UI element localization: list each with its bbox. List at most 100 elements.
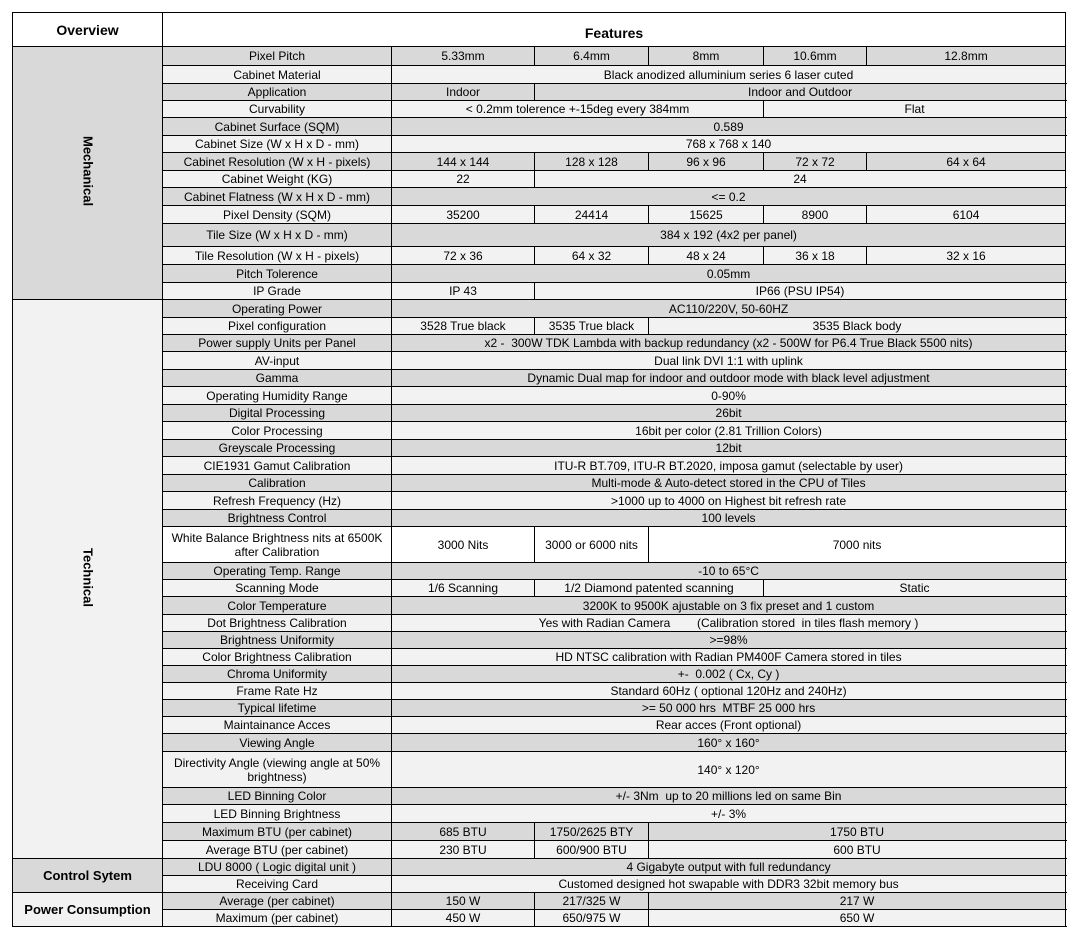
row-label: LDU 8000 ( Logic digital unit ) [162,858,392,876]
row-label: Operating Temp. Range [162,562,392,580]
spec-row: Digital Processing 26bit [13,404,1067,422]
row-label: Receiving Card [162,875,392,893]
row-value: 3535 True black [534,317,649,335]
row-value: 12.8mm [865,46,1067,66]
row-value: 1750/2625 BTY [534,822,649,841]
row-label: Color Temperature [162,596,392,615]
spec-row: Color Temperature 3200K to 9500K ajustabl… [13,596,1067,615]
row-label: CIE1931 Gamut Calibration [162,456,392,475]
spec-row: Pixel Density (SQM) 35200 24414 15625 8900 61… [13,205,1067,224]
row-value: +- 0.002 ( Cx, Cy ) [390,665,1067,683]
spec-row: LED Binning Brightness +/- 3% [13,804,1067,823]
row-value: 0.589 [390,117,1067,136]
spec-row: IP Grade IP 43 IP66 (PSU IP54) [13,282,1067,300]
row-value: IP66 (PSU IP54) [533,282,1067,300]
row-value: +/- 3Nm up to 20 millions led on same Bi… [390,787,1067,805]
row-value: 140° x 120° [390,751,1067,788]
group-technical: Technical [12,299,163,859]
group-label: Control Sytem [43,867,132,883]
row-label: Pixel Pitch [162,46,392,66]
row-label: Application [162,83,392,101]
row-value: Static [762,579,1067,597]
row-label: White Balance Brightness nits at 6500K a… [162,526,392,563]
spec-row: Application Indoor Indoor and Outdoor [13,83,1067,101]
row-label: Curvability [162,100,392,118]
spec-row: Cabinet Surface (SQM) 0.589 [13,117,1067,136]
row-value: IP 43 [391,282,535,300]
spec-row: Color Brightness Calibration HD NTSC cali… [13,648,1067,666]
header-row: Overview Features [12,12,1067,47]
row-value: >=98% [390,631,1067,649]
row-label: Cabinet Surface (SQM) [162,117,392,136]
row-value: 7000 nits [647,526,1067,563]
row-value: 6.4mm [534,46,649,66]
row-value: 72 x 36 [391,246,535,265]
row-value: 450 W [391,909,535,927]
row-label: Brightness Uniformity [162,631,392,649]
spec-row: Cabinet Size (W x H x D - mm) 768 x 768 x… [13,135,1067,153]
row-label: Pixel configuration [162,317,392,335]
spec-row: Curvability < 0.2mm tolerence +-15deg eve… [13,100,1067,118]
spec-row: White Balance Brightness nits at 6500K a… [13,526,1067,563]
row-value: 150 W [391,892,535,910]
row-label: Tile Size (W x H x D - mm) [162,223,392,247]
spec-row: AV-input Dual link DVI 1:1 with uplink [13,351,1067,370]
row-label: Typical lifetime [162,699,392,717]
row-label: Directivity Angle (viewing angle at 50% … [162,751,392,788]
spec-row: Technical Operating Power AC110/220V, 50-6… [12,299,1067,859]
row-value: 650 W [647,909,1067,927]
row-value: 100 levels [390,509,1067,527]
row-value: 64 x 64 [865,152,1067,171]
spec-row: Typical lifetime >= 50 000 hrs MTBF 25 00… [13,699,1067,717]
row-value: 600/900 BTU [534,840,649,859]
row-label: Greyscale Processing [162,439,392,457]
row-value: 3535 Black body [647,317,1067,335]
row-value: 72 x 72 [763,152,867,171]
row-value: 230 BTU [391,840,535,859]
row-label: Cabinet Size (W x H x D - mm) [162,135,392,153]
row-value: 1750 BTU [647,822,1067,841]
spec-row: Color Processing 16bit per color (2.81 Tr… [13,421,1067,440]
row-label: Digital Processing [162,404,392,422]
row-value: 3528 True black [391,317,535,335]
spec-row: Maximum BTU (per cabinet) 685 BTU 1750/262… [13,822,1067,841]
row-value: 3000 Nits [391,526,535,563]
row-label: AV-input [162,351,392,370]
row-label: Tile Resolution (W x H - pixels) [162,246,392,265]
row-label: Average BTU (per cabinet) [162,840,392,859]
row-value: 128 x 128 [534,152,649,171]
spec-row: Pixel configuration 3528 True black 3535 T… [13,317,1067,335]
spec-row: Frame Rate Hz Standard 60Hz ( optional 12… [13,682,1067,700]
row-label: Chroma Uniformity [162,665,392,683]
row-value: 384 x 192 (4x2 per panel) [390,223,1067,247]
spec-row: Refresh Frequency (Hz) >1000 up to 4000 o… [13,491,1067,510]
row-value: 48 x 24 [648,246,764,265]
row-value: 1/6 Scanning [391,579,535,597]
group-label: Technical [80,547,96,607]
spec-row: Greyscale Processing 12bit [13,439,1067,457]
row-value: 10.6mm [763,46,867,66]
row-value: 16bit per color (2.81 Trillion Colors) [390,421,1067,440]
group-label: Mechanical [80,136,96,207]
row-label: Brightness Control [162,509,392,527]
row-label: Color Brightness Calibration [162,648,392,666]
group-label: Power Consumption [24,901,151,917]
row-value: <= 0.2 [390,187,1067,206]
spec-row: Maximum (per cabinet) 450 W 650/975 W 650 W [13,909,1067,927]
spec-row: Viewing Angle 160° x 160° [13,733,1067,752]
row-label: Frame Rate Hz [162,682,392,700]
row-label: Average (per cabinet) [162,892,392,910]
row-value: 24414 [534,205,649,224]
row-label: Pixel Density (SQM) [162,205,392,224]
row-label: Cabinet Flatness (W x H x D - mm) [162,187,392,206]
spec-row: Scanning Mode 1/6 Scanning 1/2 Diamond pat… [13,579,1067,597]
spec-row: Control Sytem LDU 8000 ( Logic digital un… [12,858,1067,893]
spec-row: Pitch Tolerence 0.05mm [13,264,1067,283]
spec-row: CIE1931 Gamut Calibration ITU-R BT.709, I… [13,456,1067,475]
spec-row: Operating Humidity Range 0-90% [13,386,1067,405]
row-value: 15625 [648,205,764,224]
row-label: Gamma [162,369,392,387]
row-value: Dynamic Dual map for indoor and outdoor … [390,369,1067,387]
row-label: Cabinet Weight (KG) [162,170,392,188]
row-value: 600 BTU [647,840,1067,859]
